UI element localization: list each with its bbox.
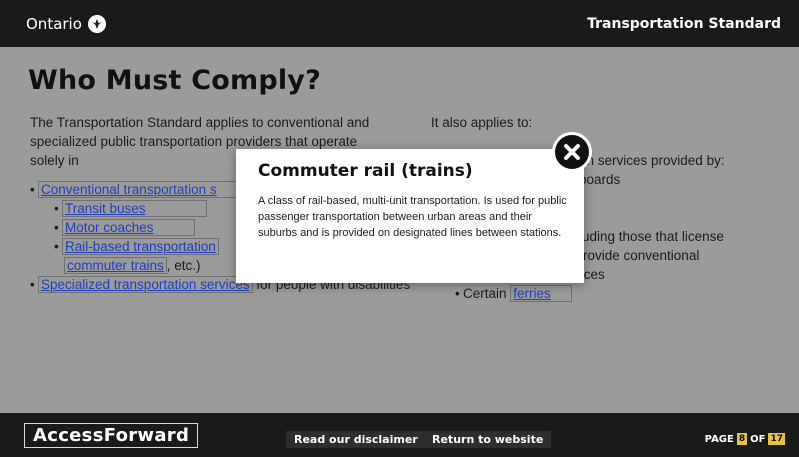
modal-title: Commuter rail (trains) bbox=[258, 161, 473, 181]
footer-bar: AccessForward Read our disclaimer Return… bbox=[0, 413, 799, 457]
motor-coaches-link[interactable]: Motor coaches bbox=[62, 219, 195, 236]
commuter-trains-link[interactable]: commuter trains bbox=[64, 257, 167, 274]
of-label: OF bbox=[750, 433, 766, 445]
brand-text: Ontario bbox=[26, 14, 82, 33]
standard-title: Transportation Standard bbox=[587, 15, 781, 32]
total-pages: 17 bbox=[768, 433, 785, 445]
page-indicator: PAGE 8 OF 17 bbox=[705, 433, 785, 445]
accessforward-logo: AccessForward bbox=[24, 423, 199, 448]
ferries-link[interactable]: ferries bbox=[510, 285, 572, 302]
current-page: 8 bbox=[736, 433, 748, 445]
close-button[interactable] bbox=[552, 132, 592, 172]
trillium-icon bbox=[87, 14, 106, 33]
specialized-services-link[interactable]: Specialized transportation services bbox=[38, 276, 253, 293]
close-icon bbox=[564, 144, 580, 160]
right-intro: It also applies to: bbox=[431, 115, 533, 130]
rail-based-link[interactable]: Rail-based transportation bbox=[62, 238, 219, 255]
commuter-suffix: , etc.) bbox=[166, 258, 201, 273]
modal-body: A class of rail-based, multi-unit transp… bbox=[258, 195, 567, 239]
disclaimer-button[interactable]: Read our disclaimer bbox=[286, 431, 426, 448]
app-frame: Ontario Transportation Standard Who Must… bbox=[0, 0, 799, 457]
ferries-prefix: Certain bbox=[463, 286, 511, 301]
ontario-logo: Ontario bbox=[26, 14, 106, 33]
definition-modal: Commuter rail (trains) A class of rail-b… bbox=[236, 149, 584, 283]
page-label: PAGE bbox=[704, 433, 734, 445]
list-item: • Certain ferries bbox=[431, 284, 791, 303]
transit-buses-link[interactable]: Transit buses bbox=[62, 200, 207, 217]
conventional-transportation-link[interactable]: Conventional transportation s bbox=[38, 181, 238, 198]
return-to-website-button[interactable]: Return to website bbox=[424, 431, 552, 448]
page-title: Who Must Comply? bbox=[28, 65, 321, 96]
header-bar: Ontario Transportation Standard bbox=[0, 0, 799, 47]
